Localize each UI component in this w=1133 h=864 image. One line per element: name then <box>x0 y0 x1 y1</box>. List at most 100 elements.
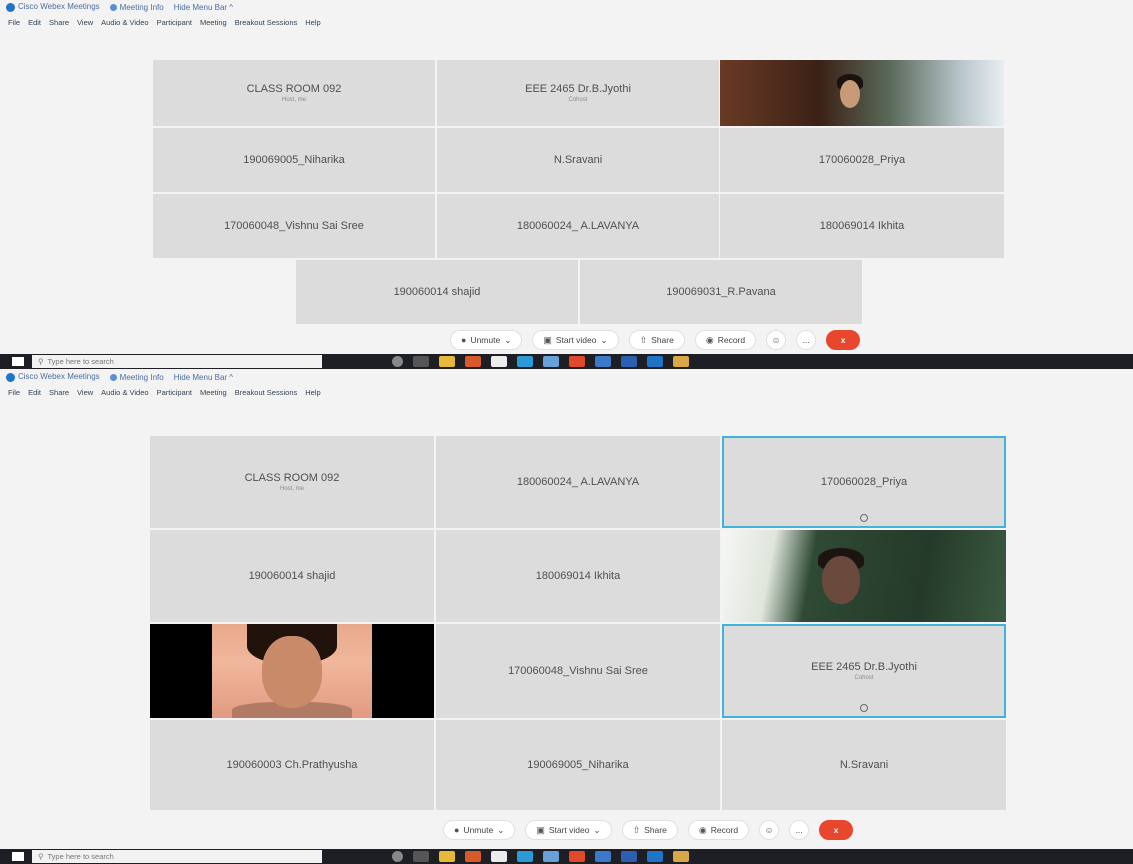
file-explorer-icon[interactable] <box>439 851 455 862</box>
participant-name: N.Sravani <box>839 759 889 771</box>
taskbar-search-box[interactable]: ⚲ Type here to search <box>32 850 322 863</box>
participant-tile[interactable]: CLASS ROOM 092 Host, me <box>150 436 434 528</box>
task-view-icon[interactable] <box>413 356 429 367</box>
more-options-button[interactable]: ... <box>796 330 817 350</box>
participant-role: Cohost <box>854 675 874 681</box>
participant-tile[interactable]: 170060048_Vishnu Sai Sree <box>436 624 720 718</box>
menu-file[interactable]: File <box>8 18 20 27</box>
menu-breakout-sessions[interactable]: Breakout Sessions <box>235 18 298 27</box>
participant-tile[interactable]: N.Sravani <box>437 128 719 192</box>
participant-tile[interactable]: 190069005_Niharika <box>436 720 720 810</box>
leave-meeting-button[interactable]: x <box>826 330 861 350</box>
record-button[interactable]: ◉ Record <box>687 820 750 840</box>
participant-tile[interactable]: 180060024_ A.LAVANYA <box>436 436 720 528</box>
participant-tile[interactable]: 170060048_Vishnu Sai Sree <box>153 194 435 258</box>
menu-audio-video[interactable]: Audio & Video <box>101 388 148 397</box>
emoji-button[interactable]: ☺ <box>766 330 787 350</box>
menu-meeting[interactable]: Meeting <box>200 18 227 27</box>
menu-breakout-sessions[interactable]: Breakout Sessions <box>235 388 298 397</box>
menu-share[interactable]: Share <box>49 18 69 27</box>
cortana-icon[interactable] <box>392 851 403 862</box>
app-title[interactable]: Cisco Webex Meetings <box>6 2 100 12</box>
store-icon[interactable] <box>491 851 507 862</box>
task-view-icon[interactable] <box>413 851 429 862</box>
word-icon[interactable] <box>621 851 637 862</box>
office-icon[interactable] <box>465 356 481 367</box>
participant-tile[interactable]: CLASS ROOM 092 Host, me <box>153 60 435 126</box>
mail-icon[interactable] <box>595 851 611 862</box>
menu-edit[interactable]: Edit <box>28 18 41 27</box>
participant-name: 170060048_Vishnu Sai Sree <box>508 665 648 677</box>
unmute-button[interactable]: ● Unmute ⌄ <box>443 820 516 840</box>
participant-tile[interactable]: 180069014 Ikhita <box>720 194 1004 258</box>
powerpoint-icon[interactable] <box>673 356 689 367</box>
menu-view[interactable]: View <box>77 388 93 397</box>
office-icon[interactable] <box>465 851 481 862</box>
participant-tile[interactable]: 190060014 shajid <box>150 530 434 622</box>
store-icon[interactable] <box>491 356 507 367</box>
meeting-info-button[interactable]: Meeting Info <box>109 3 164 12</box>
menu-view[interactable]: View <box>77 18 93 27</box>
participant-tile-speaking[interactable]: EEE 2465 Dr.B.Jyothi Cohost <box>722 624 1006 718</box>
menu-audio-video[interactable]: Audio & Video <box>101 18 148 27</box>
more-options-button[interactable]: ... <box>789 820 810 840</box>
menu-edit[interactable]: Edit <box>28 388 41 397</box>
start-video-button[interactable]: ▣ Start video ⌄ <box>525 820 612 840</box>
participant-tile[interactable]: 170060028_Priya <box>720 128 1004 192</box>
participant-tile[interactable]: 190060014 shajid <box>296 260 578 324</box>
menu-participant[interactable]: Participant <box>157 18 192 27</box>
record-button[interactable]: ◉ Record <box>694 330 757 350</box>
menu-file[interactable]: File <box>8 388 20 397</box>
menu-help[interactable]: Help <box>305 388 320 397</box>
photos-icon[interactable] <box>543 851 559 862</box>
unmute-button[interactable]: ● Unmute ⌄ <box>450 330 523 350</box>
participant-video[interactable] <box>722 530 1006 622</box>
hide-menu-bar-button[interactable]: Hide Menu Bar ^ <box>174 373 233 382</box>
taskbar-search-box[interactable]: ⚲ Type here to search <box>32 355 322 368</box>
start-video-button[interactable]: ▣ Start video ⌄ <box>532 330 619 350</box>
participant-tile[interactable]: 190069005_Niharika <box>153 128 435 192</box>
word-icon[interactable] <box>621 356 637 367</box>
windows-start-icon[interactable] <box>12 852 24 861</box>
share-icon: ⇧ <box>632 824 641 835</box>
app-title[interactable]: Cisco Webex Meetings <box>6 372 100 382</box>
hide-menu-bar-button[interactable]: Hide Menu Bar ^ <box>174 3 233 12</box>
leave-meeting-button[interactable]: x <box>819 820 854 840</box>
powerpoint-icon[interactable] <box>673 851 689 862</box>
meeting-info-button[interactable]: Meeting Info <box>109 373 164 382</box>
chrome-icon[interactable] <box>569 356 585 367</box>
participant-tile[interactable]: 190060003 Ch.Prathyusha <box>150 720 434 810</box>
participant-name: 170060028_Priya <box>818 154 906 166</box>
participant-name: 190060003 Ch.Prathyusha <box>226 759 358 771</box>
edge-icon[interactable] <box>517 851 533 862</box>
webex-taskbar-icon[interactable] <box>647 356 663 367</box>
windows-start-icon[interactable] <box>12 357 24 366</box>
title-bar: Cisco Webex Meetings Meeting Info Hide M… <box>0 0 1133 14</box>
file-explorer-icon[interactable] <box>439 356 455 367</box>
photos-icon[interactable] <box>543 356 559 367</box>
menu-share[interactable]: Share <box>49 388 69 397</box>
webex-taskbar-icon[interactable] <box>647 851 663 862</box>
share-button[interactable]: ⇧ Share <box>621 820 678 840</box>
menu-help[interactable]: Help <box>305 18 320 27</box>
participant-tile[interactable]: 180060024_ A.LAVANYA <box>437 194 719 258</box>
emoji-button[interactable]: ☺ <box>759 820 780 840</box>
chrome-icon[interactable] <box>569 851 585 862</box>
participant-tile[interactable]: N.Sravani <box>722 720 1006 810</box>
cortana-icon[interactable] <box>392 356 403 367</box>
participant-video[interactable] <box>720 60 1004 126</box>
mail-icon[interactable] <box>595 356 611 367</box>
menu-participant[interactable]: Participant <box>157 388 192 397</box>
menu-meeting[interactable]: Meeting <box>200 388 227 397</box>
participant-video[interactable] <box>150 624 434 718</box>
edge-icon[interactable] <box>517 356 533 367</box>
participant-role: Host, me <box>279 486 304 492</box>
participant-tile[interactable]: EEE 2465 Dr.B.Jyothi Cohost <box>437 60 719 126</box>
taskbar-app-icons <box>392 356 689 367</box>
participant-tile-speaking[interactable]: 170060028_Priya <box>722 436 1006 528</box>
share-button[interactable]: ⇧ Share <box>628 330 685 350</box>
participant-tile[interactable]: 190069031_R.Pavana <box>580 260 862 324</box>
windows-taskbar: ⚲ Type here to search <box>0 354 1133 369</box>
participant-tile[interactable]: 180069014 Ikhita <box>436 530 720 622</box>
search-icon: ⚲ <box>38 357 44 366</box>
